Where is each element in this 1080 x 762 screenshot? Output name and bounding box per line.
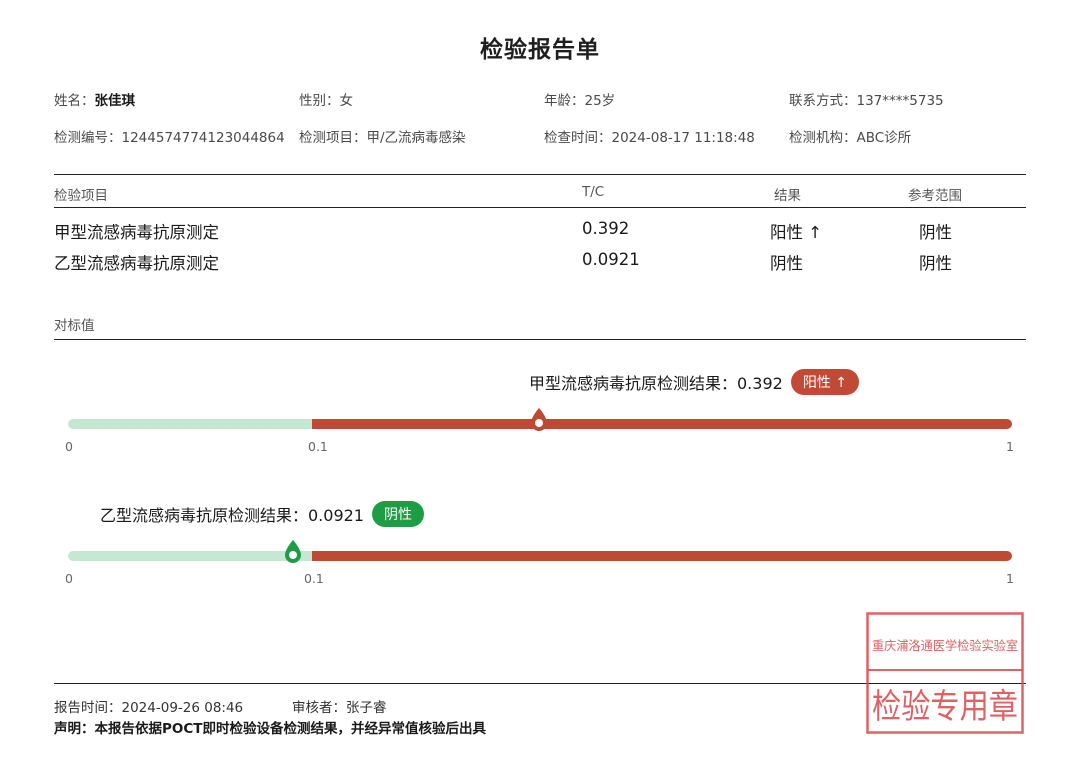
col-header-tc: T/C <box>582 184 605 200</box>
gauge-1-tick-max: 1 <box>1006 439 1014 454</box>
section-label: 对标值 <box>54 318 95 334</box>
col-header-range: 参考范围 <box>908 188 962 204</box>
gauge-1-result: 甲型流感病毒抗原检测结果：0.392 阳性 ↑ <box>529 369 859 395</box>
gauge-2-badge: 阴性 <box>372 501 424 527</box>
lab-seal-stamp: 重庆浦洛通医学检验实验室 检验专用章 <box>866 612 1024 734</box>
table-top-rule <box>54 174 1026 175</box>
gauge-2-track <box>68 551 1012 561</box>
table-row-2-result: 阴性 <box>770 254 803 273</box>
table-row-1-item: 甲型流感病毒抗原测定 <box>54 223 219 242</box>
gauge-2-label: 乙型流感病毒抗原检测结果：0.0921 <box>100 506 364 525</box>
gauge-2-result: 乙型流感病毒抗原检测结果：0.0921 阴性 <box>100 501 424 527</box>
test-institution: 检测机构：ABC诊所 <box>789 130 912 146</box>
col-header-item: 检验项目 <box>54 188 108 204</box>
gauge-1-tick-0: 0 <box>65 439 73 454</box>
gauge-1-badge: 阳性 ↑ <box>790 369 859 395</box>
gauge-2-tick-max: 1 <box>1006 571 1014 586</box>
gauge-1-positive-zone <box>312 419 1012 429</box>
table-row-1-tc: 0.392 <box>582 219 630 238</box>
svg-text:检验专用章: 检验专用章 <box>872 687 1018 727</box>
patient-gender: 性别：女 <box>299 93 353 109</box>
reviewer: 审核者：张子睿 <box>292 700 387 716</box>
gauge-2-positive-zone <box>312 551 1012 561</box>
table-header-rule <box>54 207 1026 208</box>
table-row-2-tc: 0.0921 <box>582 250 640 269</box>
table-row-1-range: 阴性 <box>919 223 952 242</box>
gauge-2-tick-0: 0 <box>65 571 73 586</box>
patient-age: 年龄：25岁 <box>544 93 616 109</box>
gauge-2-marker-icon <box>284 540 301 563</box>
table-row-2-item: 乙型流感病毒抗原测定 <box>54 254 219 273</box>
gauge-2-tick-cutoff: 0.1 <box>304 571 324 586</box>
gauge-1-marker-icon <box>531 408 548 431</box>
svg-text:重庆浦洛通医学检验实验室: 重庆浦洛通医学检验实验室 <box>872 638 1018 653</box>
report-title: 检验报告单 <box>480 37 600 63</box>
gauge-2-negative-zone <box>68 551 312 561</box>
table-row-2-range: 阴性 <box>919 254 952 273</box>
statement: 声明：本报告依据POCT即时检验设备检测结果，并经异常值核验后出具 <box>54 721 486 737</box>
gauge-1-tick-cutoff: 0.1 <box>308 439 328 454</box>
table-row-1-result: 阳性 ↑ <box>770 223 823 242</box>
col-header-result: 结果 <box>774 188 801 204</box>
test-item: 检测项目：甲/乙流病毒感染 <box>299 130 466 146</box>
gauge-1-label: 甲型流感病毒抗原检测结果：0.392 <box>529 374 783 393</box>
test-time: 检查时间：2024-08-17 11:18:48 <box>544 130 755 146</box>
test-id: 检测编号：1244574774123044864 <box>54 130 285 146</box>
patient-name: 姓名：张佳琪 <box>54 93 135 109</box>
patient-contact: 联系方式：137****5735 <box>789 93 944 109</box>
section-rule <box>54 339 1026 340</box>
report-time: 报告时间：2024-09-26 08:46 <box>54 700 244 716</box>
gauge-1-negative-zone <box>68 419 312 429</box>
